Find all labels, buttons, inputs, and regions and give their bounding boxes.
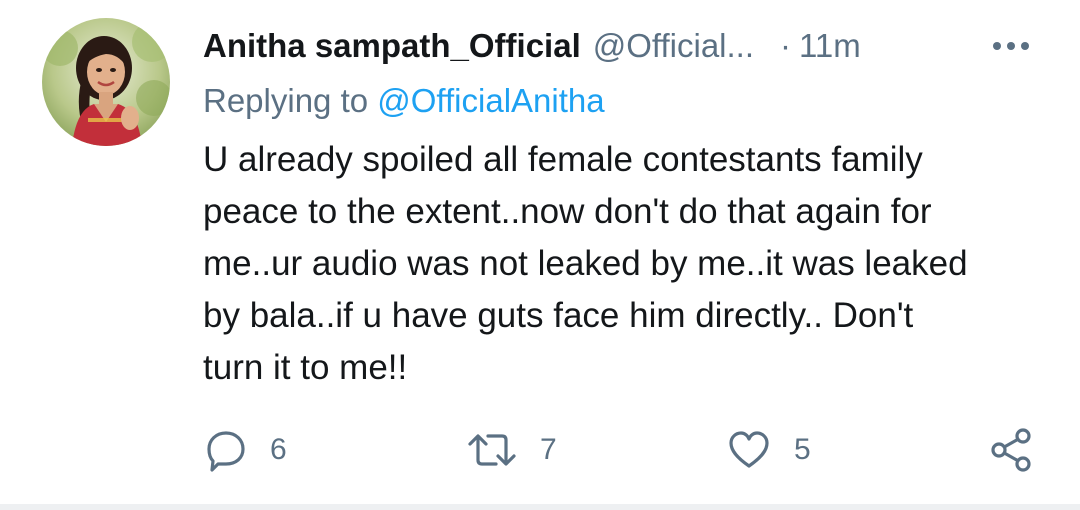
like-button[interactable]: 5 (726, 424, 811, 476)
replying-prefix: Replying to (203, 82, 378, 119)
divider (0, 504, 1080, 510)
tweet-card[interactable]: Anitha sampath_Official @Official... · 1… (0, 0, 1080, 510)
retweet-arrows-icon (468, 434, 516, 466)
tweet-header: Anitha sampath_Official @Official... · 1… (203, 24, 1033, 68)
reply-button[interactable]: 6 (204, 424, 287, 476)
reply-count: 6 (270, 433, 287, 466)
profile-photo (42, 18, 170, 146)
share-nodes-icon (991, 428, 1031, 472)
replying-handle-link[interactable]: @OfficialAnitha (377, 82, 604, 119)
replying-to: Replying to @OfficialAnitha (203, 82, 605, 120)
share-button[interactable] (988, 424, 1034, 476)
avatar[interactable] (42, 18, 170, 146)
display-name[interactable]: Anitha sampath_Official (203, 27, 581, 65)
retweet-button[interactable]: 7 (466, 424, 557, 476)
comment-bubble-icon (207, 431, 245, 472)
user-handle[interactable]: @Official... (593, 27, 754, 65)
tweet-text: U already spoiled all female contestants… (203, 140, 968, 387)
heart-icon (729, 431, 769, 468)
more-options-button[interactable] (989, 28, 1033, 64)
more-dots-icon (993, 42, 1029, 50)
separator-dot: · (780, 27, 792, 64)
like-count: 5 (794, 433, 811, 466)
action-bar: 6 7 5 (0, 424, 1080, 476)
timestamp[interactable]: 11m (799, 27, 861, 65)
retweet-count: 7 (540, 433, 557, 466)
